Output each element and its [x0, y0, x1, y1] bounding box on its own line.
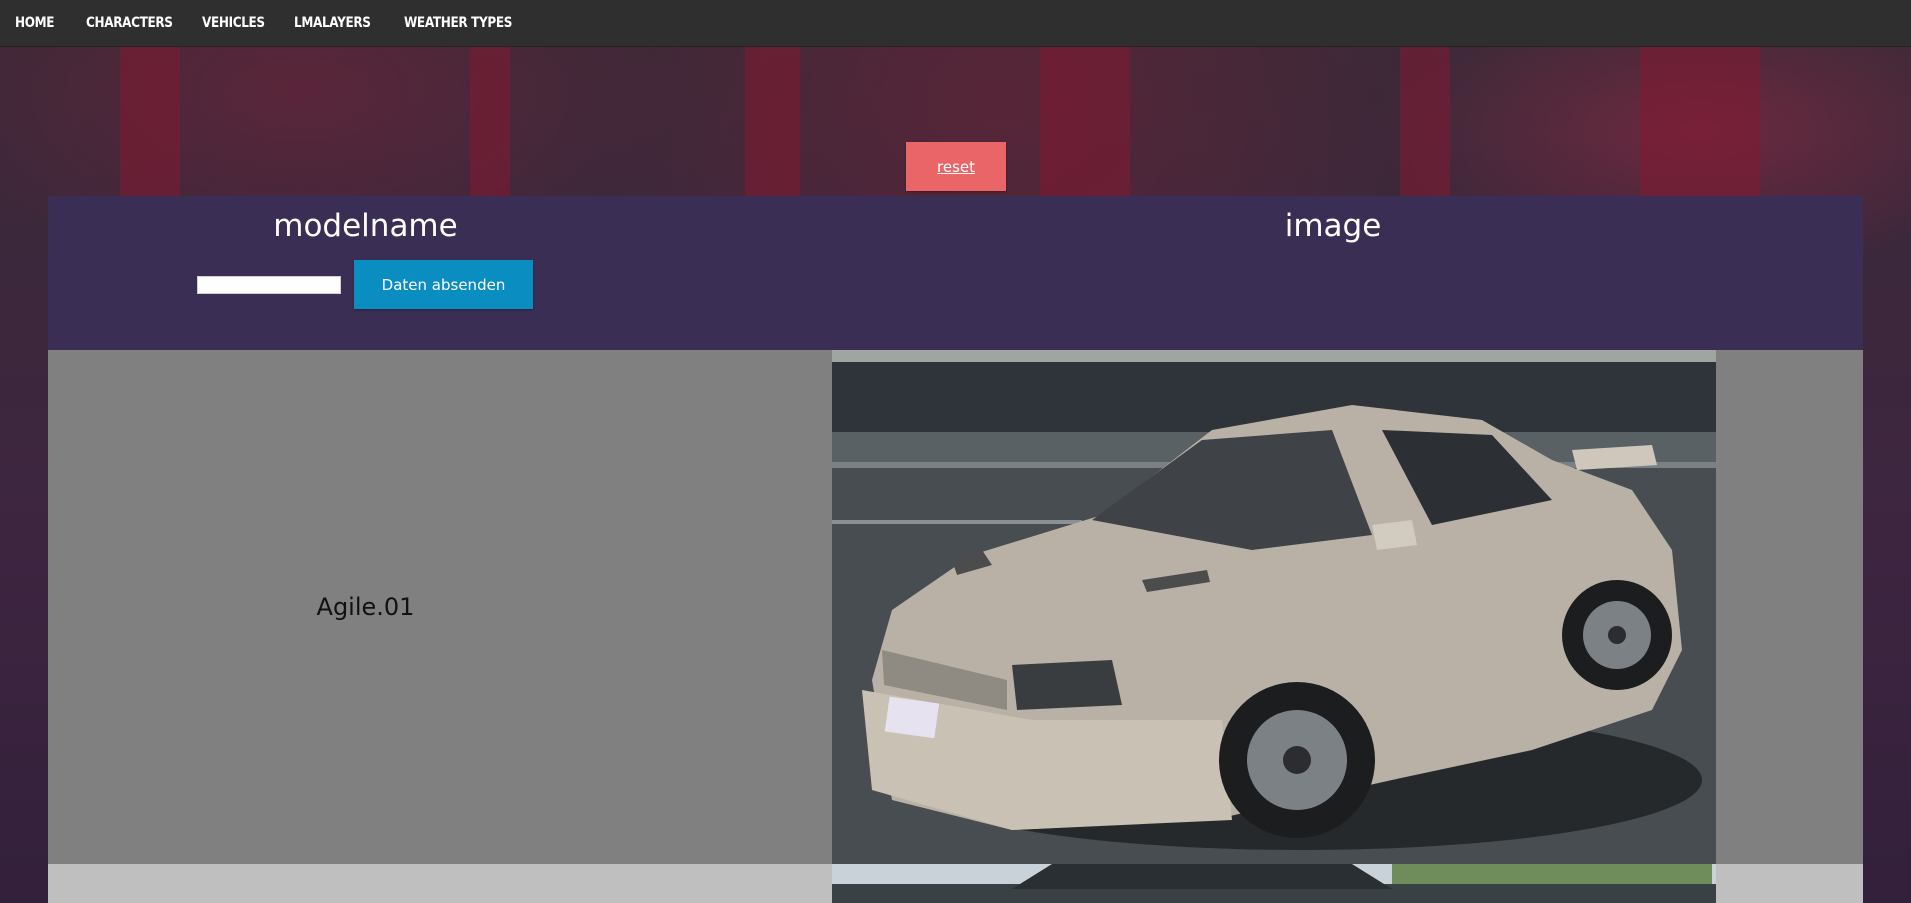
nav-home[interactable]: HOME [15, 15, 54, 31]
nav-weather-types[interactable]: WEATHER TYPES [404, 15, 512, 31]
car-photo-drawing [832, 864, 1716, 903]
table-row: Agile.01 [48, 350, 1863, 864]
modelname-cell [48, 864, 683, 903]
column-header-image: image [1284, 208, 1382, 244]
background-decoration [1040, 46, 1130, 196]
modelname-filter-input[interactable] [197, 276, 341, 294]
car-photo [832, 350, 1716, 864]
table-row [48, 864, 1863, 903]
vehicle-table: modelname image Daten absenden Agile.01 [48, 196, 1863, 903]
nav-vehicles[interactable]: VEHICLES [202, 15, 265, 31]
background-decoration [120, 46, 180, 196]
car-photo-drawing [832, 350, 1716, 864]
background-decoration [745, 46, 800, 196]
background-decoration [1400, 46, 1450, 196]
column-header-modelname: modelname [273, 208, 458, 244]
modelname-cell: Agile.01 [316, 593, 415, 621]
reset-button[interactable]: reset [906, 142, 1006, 191]
car-photo [832, 864, 1716, 903]
table-header: modelname image Daten absenden [48, 196, 1863, 350]
nav-lmalayers[interactable]: LMALAYERS [294, 15, 371, 31]
background-decoration [1640, 46, 1760, 196]
nav-characters[interactable]: CHARACTERS [86, 15, 173, 31]
background-decoration [470, 46, 510, 196]
submit-button[interactable]: Daten absenden [354, 260, 533, 309]
top-navigation: HOME CHARACTERS VEHICLES LMALAYERS WEATH… [0, 0, 1911, 47]
